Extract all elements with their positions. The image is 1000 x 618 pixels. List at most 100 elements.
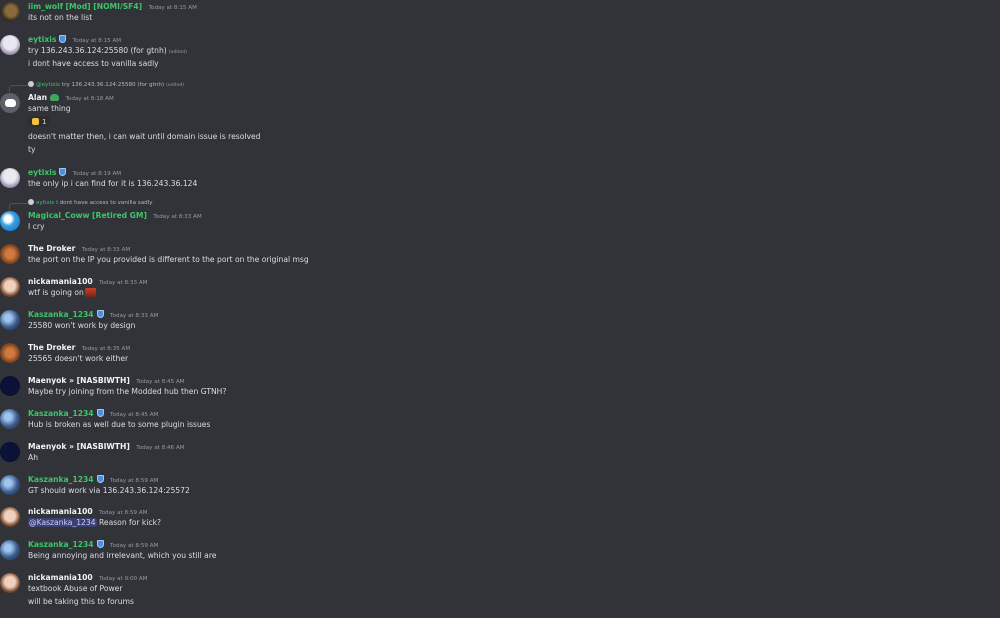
- timestamp: Today at 8:46 AM: [136, 445, 185, 451]
- user-role-tag: [Retired GM]: [92, 211, 147, 220]
- message-text: the port on the IP you provided is diffe…: [28, 255, 309, 264]
- message-header: Alan Today at 8:18 AM: [28, 93, 114, 102]
- reply-username: @eytixis: [36, 82, 60, 88]
- message-text: textbook Abuse of Power: [28, 584, 123, 593]
- reply-username: eytixis: [36, 200, 55, 206]
- avatar[interactable]: [0, 442, 20, 462]
- timestamp: Today at 8:19 AM: [72, 171, 122, 177]
- message-text: Maybe try joining from the Modded hub th…: [28, 387, 227, 396]
- message-header: Magical_Coww [Retired GM] Today at 8:33 …: [28, 211, 202, 220]
- message-text: try 136.243.36.124:25580 (for gtnh) (edit…: [28, 46, 187, 55]
- avatar[interactable]: [0, 168, 20, 188]
- edited-label: (edited): [168, 50, 187, 55]
- reaction-button[interactable]: 1: [28, 116, 51, 127]
- message-text: the only ip i can find for it is 136.243…: [28, 179, 198, 188]
- username[interactable]: Magical_Coww: [28, 211, 90, 220]
- message-text: GT should work via 136.243.36.124:25572: [28, 486, 190, 495]
- frog-emoji-icon: [50, 94, 60, 101]
- user-mention[interactable]: @Kaszanka_1234: [28, 518, 97, 527]
- timestamp: Today at 9:00 AM: [99, 576, 148, 582]
- reply-text: try 136.243.36.124:25580 (for gtnh): [61, 82, 165, 88]
- avatar[interactable]: [0, 409, 20, 429]
- message-header: Kaszanka_1234 Today at 8:59 AM: [28, 475, 158, 484]
- message-text: ty: [28, 145, 36, 154]
- reply-preview[interactable]: eytixis i dont have access to vanilla sad…: [28, 199, 153, 206]
- reply-preview[interactable]: @eytixis try 136.243.36.124:25580 (for gt…: [28, 81, 184, 88]
- avatar[interactable]: [0, 211, 20, 231]
- message-line: wtf is going on: [28, 288, 84, 297]
- username[interactable]: Maenyok » [NASBIWTH]: [28, 442, 130, 451]
- reply-connector: [9, 203, 28, 210]
- username[interactable]: nickamania100: [28, 573, 93, 582]
- username[interactable]: Maenyok » [NASBIWTH]: [28, 376, 130, 385]
- username[interactable]: The Droker: [28, 343, 75, 352]
- message-header: Kaszanka_1234 Today at 8:45 AM: [28, 409, 158, 418]
- message-text: wtf is going on: [28, 288, 96, 297]
- timestamp: Today at 8:15 AM: [72, 38, 122, 44]
- avatar[interactable]: [0, 540, 20, 560]
- message-text: @Kaszanka_1234 Reason for kick?: [28, 518, 161, 527]
- timestamp: Today at 8:33 AM: [81, 247, 131, 253]
- avatar[interactable]: [0, 475, 20, 495]
- message-header: nickamania100 Today at 9:00 AM: [28, 573, 148, 582]
- username[interactable]: Alan: [28, 93, 47, 102]
- reply-avatar: [28, 199, 34, 205]
- timestamp: Today at 8:18 AM: [65, 96, 114, 102]
- reply-avatar: [28, 81, 34, 87]
- message-header: nickamania100 Today at 8:33 AM: [28, 277, 148, 286]
- message-text: Ah: [28, 453, 39, 462]
- discord-logo-icon: [4, 99, 16, 107]
- shield-badge-icon: [59, 35, 67, 43]
- message-header: eytixis Today at 8:19 AM: [28, 168, 121, 177]
- avatar[interactable]: [0, 376, 20, 396]
- avatar[interactable]: [0, 507, 20, 527]
- username[interactable]: The Droker: [28, 244, 75, 253]
- message-header: Maenyok » [NASBIWTH] Today at 8:46 AM: [28, 442, 185, 451]
- message-line: Reason for kick?: [98, 518, 162, 527]
- user-role-tag: [Mod] [NOMI/SF4]: [65, 2, 143, 11]
- avatar[interactable]: [0, 35, 20, 55]
- timestamp: Today at 8:45 AM: [110, 412, 159, 418]
- username[interactable]: Kaszanka_1234: [28, 475, 94, 484]
- thumbs-up-icon: [32, 118, 39, 125]
- message-header: The Droker Today at 8:35 AM: [28, 343, 130, 352]
- avatar[interactable]: [0, 277, 20, 297]
- timestamp: Today at 8:33 AM: [99, 280, 148, 286]
- avatar[interactable]: [0, 2, 20, 22]
- message-header: Kaszanka_1234 Today at 8:33 AM: [28, 310, 158, 319]
- avatar[interactable]: [0, 244, 20, 264]
- timestamp: Today at 8:45 AM: [136, 379, 185, 385]
- message-header: iim_wolf [Mod] [NOMI/SF4] Today at 8:15 …: [28, 2, 197, 11]
- message-header: nickamania100 Today at 8:59 AM: [28, 507, 148, 516]
- edited-label: (edited): [166, 83, 185, 88]
- message-header: Maenyok » [NASBIWTH] Today at 8:45 AM: [28, 376, 185, 385]
- message-text: doesn't matter then, i can wait until do…: [28, 132, 261, 141]
- username[interactable]: nickamania100: [28, 507, 93, 516]
- message-text: i dont have access to vanilla sadly: [28, 59, 159, 68]
- message-text: I cry: [28, 222, 45, 231]
- shield-badge-icon: [96, 540, 104, 548]
- message-text: same thing: [28, 104, 71, 113]
- avatar[interactable]: [0, 573, 20, 593]
- username[interactable]: Kaszanka_1234: [28, 310, 94, 319]
- shield-badge-icon: [59, 168, 67, 176]
- username[interactable]: iim_wolf: [28, 2, 63, 11]
- timestamp: Today at 8:59 AM: [99, 510, 148, 516]
- timestamp: Today at 8:35 AM: [81, 346, 131, 352]
- shield-badge-icon: [96, 475, 104, 483]
- avatar[interactable]: [0, 310, 20, 330]
- message-header: Kaszanka_1234 Today at 8:59 AM: [28, 540, 158, 549]
- avatar[interactable]: [0, 343, 20, 363]
- message-text: 25565 doesn't work either: [28, 354, 129, 363]
- shield-badge-icon: [96, 310, 104, 318]
- username[interactable]: Kaszanka_1234: [28, 540, 94, 549]
- username[interactable]: eytixis: [28, 168, 56, 177]
- message-text: 25580 won't work by design: [28, 321, 136, 330]
- reply-connector: [9, 85, 28, 92]
- username[interactable]: nickamania100: [28, 277, 93, 286]
- message-text: Being annoying and irrelevant, which you…: [28, 551, 217, 560]
- avatar[interactable]: [0, 93, 20, 113]
- reaction-count: 1: [42, 117, 47, 126]
- username[interactable]: eytixis: [28, 35, 56, 44]
- username[interactable]: Kaszanka_1234: [28, 409, 94, 418]
